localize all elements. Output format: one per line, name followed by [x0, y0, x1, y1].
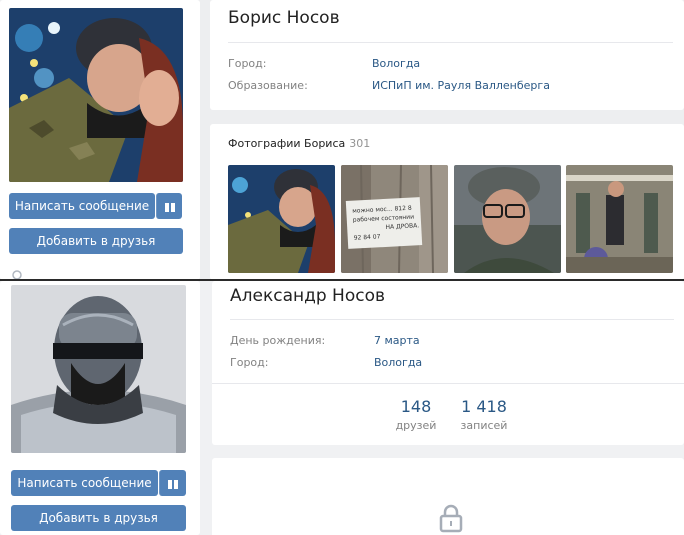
lock-icon [439, 504, 463, 533]
gift-icon [164, 200, 176, 212]
boris-photos-title-text: Фотографии Бориса [228, 137, 346, 150]
boris-photo-2-note: можно мос... 812 8 рабочем состоянии НА … [352, 204, 420, 242]
boris-photo-1-image [228, 165, 335, 273]
boris-add-friend-button[interactable]: Добавить в друзья [9, 228, 183, 254]
boris-photo-4-image [566, 165, 673, 273]
alexander-avatar-image [11, 285, 186, 453]
alexander-left-column: Написать сообщение Добавить в друзья [0, 281, 200, 535]
gift-icon [167, 477, 179, 489]
boris-photo-thumb-4[interactable] [566, 165, 673, 273]
boris-info-separator [228, 42, 673, 43]
alexander-avatar[interactable] [11, 285, 186, 453]
alexander-city-label: Город: [230, 356, 269, 369]
profile-boris-panel: Написать сообщение Добавить в друзья Бор… [0, 0, 684, 280]
boris-photos-count: 301 [349, 137, 371, 150]
alexander-birthday-label: День рождения: [230, 334, 326, 347]
posts-label[interactable]: записей [454, 419, 514, 432]
alexander-counters-separator [212, 383, 684, 384]
alexander-info-separator [230, 319, 674, 320]
boris-photo-thumb-1[interactable] [228, 165, 335, 273]
alexander-private-card [212, 458, 684, 535]
alexander-message-button[interactable]: Написать сообщение [11, 470, 158, 496]
alexander-add-friend-button[interactable]: Добавить в друзья [11, 505, 186, 531]
alexander-gift-button[interactable] [159, 470, 186, 496]
boris-info-card: Борис Носов Город: Вологда Образование: … [210, 0, 684, 110]
profile-alexander-panel: Написать сообщение Добавить в друзья Але… [0, 281, 684, 535]
alexander-info-card: Александр Носов День рождения: 7 марта Г… [212, 281, 684, 445]
boris-gift-button[interactable] [156, 193, 182, 219]
boris-message-button[interactable]: Написать сообщение [9, 193, 155, 219]
boris-photos-title[interactable]: Фотографии Бориса 301 [228, 137, 370, 150]
friends-label[interactable]: друзей [388, 419, 444, 432]
alexander-birthday-value[interactable]: 7 марта [374, 334, 420, 347]
boris-avatar[interactable] [9, 8, 183, 182]
boris-left-column: Написать сообщение Добавить в друзья [0, 0, 200, 280]
boris-education-label: Образование: [228, 79, 308, 92]
boris-city-label: Город: [228, 57, 267, 70]
boris-photo-3-image [454, 165, 561, 273]
boris-education-value[interactable]: ИСПиП им. Рауля Валленберга [372, 79, 550, 92]
boris-photo-thumb-2[interactable]: можно мос... 812 8 рабочем состоянии НА … [341, 165, 448, 273]
boris-name: Борис Носов [228, 8, 340, 28]
alexander-city-value[interactable]: Вологда [374, 356, 422, 369]
boris-photo-thumb-3[interactable] [454, 165, 561, 273]
friends-count[interactable]: 148 [388, 397, 444, 416]
boris-city-value[interactable]: Вологда [372, 57, 420, 70]
posts-count[interactable]: 1 418 [454, 397, 514, 416]
alexander-name: Александр Носов [230, 286, 386, 306]
boris-avatar-image [9, 8, 183, 182]
